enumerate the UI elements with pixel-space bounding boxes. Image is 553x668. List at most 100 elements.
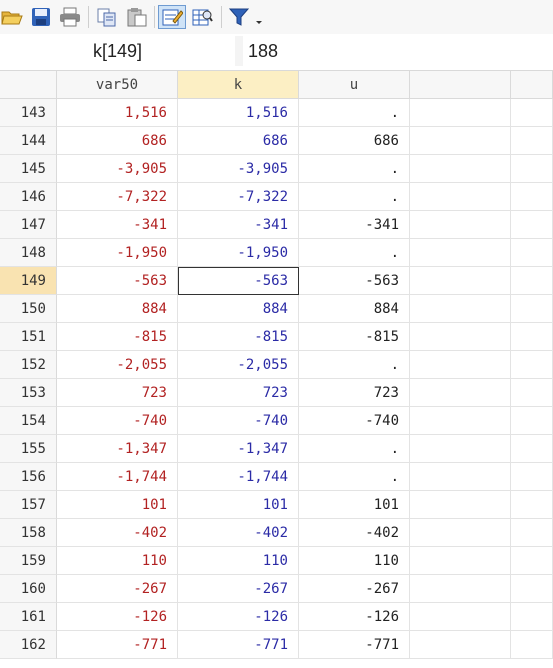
cell-empty[interactable] xyxy=(410,631,511,659)
cell-empty[interactable] xyxy=(410,155,511,183)
cell-u[interactable]: . xyxy=(299,99,410,127)
open-icon[interactable] xyxy=(0,5,24,29)
cell-empty[interactable] xyxy=(511,127,553,155)
cell-empty[interactable] xyxy=(410,211,511,239)
cell-empty[interactable] xyxy=(410,127,511,155)
cell-empty[interactable] xyxy=(410,463,511,491)
edit-mode-icon[interactable] xyxy=(158,5,186,29)
cell-empty[interactable] xyxy=(410,603,511,631)
cell-empty[interactable] xyxy=(410,407,511,435)
cell-k[interactable]: 110 xyxy=(178,547,299,575)
cell-var50[interactable]: -771 xyxy=(57,631,178,659)
cell-u[interactable]: -267 xyxy=(299,575,410,603)
row-number[interactable]: 153 xyxy=(0,379,57,407)
cell-u[interactable]: -563 xyxy=(299,267,410,295)
cell-var50[interactable]: -1,744 xyxy=(57,463,178,491)
cell-empty[interactable] xyxy=(410,323,511,351)
cell-var50[interactable]: -2,055 xyxy=(57,351,178,379)
cell-k[interactable]: 884 xyxy=(178,295,299,323)
cell-k[interactable]: -1,347 xyxy=(178,435,299,463)
row-number[interactable]: 144 xyxy=(0,127,57,155)
cell-empty[interactable] xyxy=(511,239,553,267)
column-header-var50[interactable]: var50 xyxy=(57,71,178,99)
column-header-k[interactable]: k xyxy=(178,71,299,99)
row-number[interactable]: 146 xyxy=(0,183,57,211)
cell-empty[interactable] xyxy=(511,351,553,379)
cell-var50[interactable]: -563 xyxy=(57,267,178,295)
cell-u[interactable]: 110 xyxy=(299,547,410,575)
cell-empty[interactable] xyxy=(511,211,553,239)
cell-empty[interactable] xyxy=(511,379,553,407)
cell-empty[interactable] xyxy=(511,463,553,491)
column-header-u[interactable]: u xyxy=(299,71,410,99)
copy-icon[interactable] xyxy=(94,5,120,29)
cell-empty[interactable] xyxy=(410,239,511,267)
row-number[interactable]: 149 xyxy=(0,267,57,295)
cell-var50[interactable]: -341 xyxy=(57,211,178,239)
cell-u[interactable]: 884 xyxy=(299,295,410,323)
cell-empty[interactable] xyxy=(511,99,553,127)
cell-u[interactable]: . xyxy=(299,183,410,211)
cell-k[interactable]: 723 xyxy=(178,379,299,407)
row-number[interactable]: 155 xyxy=(0,435,57,463)
cell-u[interactable]: . xyxy=(299,435,410,463)
cell-k[interactable]: -126 xyxy=(178,603,299,631)
browse-mode-icon[interactable] xyxy=(189,5,215,29)
cell-u[interactable]: -815 xyxy=(299,323,410,351)
cell-var50[interactable]: -1,950 xyxy=(57,239,178,267)
row-number[interactable]: 161 xyxy=(0,603,57,631)
cell-u[interactable]: -402 xyxy=(299,519,410,547)
cell-k[interactable]: -3,905 xyxy=(178,155,299,183)
cell-var50[interactable]: 1,516 xyxy=(57,99,178,127)
print-icon[interactable] xyxy=(58,5,82,29)
cell-var50[interactable]: 723 xyxy=(57,379,178,407)
cell-k[interactable]: -740 xyxy=(178,407,299,435)
cell-u[interactable]: 686 xyxy=(299,127,410,155)
cell-k[interactable]: -2,055 xyxy=(178,351,299,379)
cell-k[interactable]: -7,322 xyxy=(178,183,299,211)
cell-u[interactable]: 101 xyxy=(299,491,410,519)
cell-var50[interactable]: -1,347 xyxy=(57,435,178,463)
cell-empty[interactable] xyxy=(511,519,553,547)
cell-u[interactable]: -771 xyxy=(299,631,410,659)
row-number[interactable]: 158 xyxy=(0,519,57,547)
row-number[interactable]: 160 xyxy=(0,575,57,603)
cell-empty[interactable] xyxy=(410,183,511,211)
filter-icon[interactable] xyxy=(226,5,266,29)
cell-u[interactable]: . xyxy=(299,239,410,267)
cell-var50[interactable]: 110 xyxy=(57,547,178,575)
cell-var50[interactable]: 101 xyxy=(57,491,178,519)
cell-var50[interactable]: 884 xyxy=(57,295,178,323)
cell-empty[interactable] xyxy=(410,575,511,603)
cell-empty[interactable] xyxy=(511,575,553,603)
cell-var50[interactable]: -126 xyxy=(57,603,178,631)
cell-k[interactable]: -771 xyxy=(178,631,299,659)
save-icon[interactable] xyxy=(29,5,53,29)
cell-var50[interactable]: -402 xyxy=(57,519,178,547)
row-number[interactable]: 162 xyxy=(0,631,57,659)
cell-k[interactable]: -341 xyxy=(178,211,299,239)
cell-empty[interactable] xyxy=(410,491,511,519)
cell-empty[interactable] xyxy=(511,155,553,183)
row-number[interactable]: 151 xyxy=(0,323,57,351)
paste-icon[interactable] xyxy=(124,5,150,29)
cell-empty[interactable] xyxy=(410,547,511,575)
row-number[interactable]: 143 xyxy=(0,99,57,127)
cell-empty[interactable] xyxy=(410,267,511,295)
cell-empty[interactable] xyxy=(511,631,553,659)
cell-empty[interactable] xyxy=(511,603,553,631)
cell-k[interactable]: -1,950 xyxy=(178,239,299,267)
cell-u[interactable]: . xyxy=(299,351,410,379)
row-number[interactable]: 145 xyxy=(0,155,57,183)
cell-empty[interactable] xyxy=(410,295,511,323)
row-number[interactable]: 157 xyxy=(0,491,57,519)
cell-var50[interactable]: -7,322 xyxy=(57,183,178,211)
cell-k[interactable]: 101 xyxy=(178,491,299,519)
cell-u[interactable]: -126 xyxy=(299,603,410,631)
cell-value-field[interactable]: 188 xyxy=(243,36,553,66)
cell-k[interactable]: -267 xyxy=(178,575,299,603)
row-number[interactable]: 148 xyxy=(0,239,57,267)
cell-u[interactable]: . xyxy=(299,155,410,183)
cell-empty[interactable] xyxy=(410,379,511,407)
cell-empty[interactable] xyxy=(410,519,511,547)
